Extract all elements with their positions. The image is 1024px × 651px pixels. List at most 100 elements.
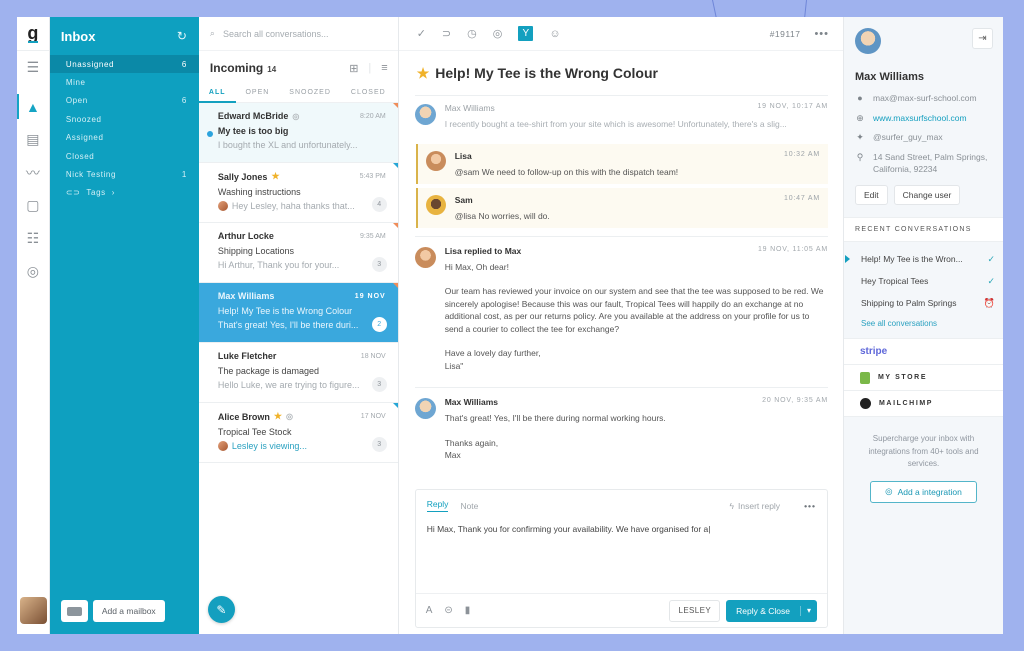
message-count-badge: 3 bbox=[371, 257, 387, 272]
integration-icon: ◎ bbox=[885, 486, 893, 496]
globe-icon: ⊕ bbox=[856, 112, 864, 123]
recent-conversation-title: Shipping to Palm Springs bbox=[861, 298, 957, 308]
recent-conversation-title: Hey Tropical Tees bbox=[861, 276, 929, 286]
emoji-icon[interactable]: ☺ bbox=[549, 28, 560, 40]
more-options-icon[interactable]: ••• bbox=[814, 28, 829, 40]
message-signoff: Thanks again, bbox=[444, 437, 499, 448]
see-all-conversations-link[interactable]: See all conversations bbox=[844, 314, 1003, 332]
exit-icon[interactable]: ⇥ bbox=[972, 28, 993, 49]
divider: | bbox=[368, 62, 372, 74]
refresh-icon[interactable]: ↻ bbox=[177, 29, 187, 43]
message-collapsed[interactable]: Max Williams 19 NOV, 10:17 AM I recently … bbox=[414, 95, 828, 138]
reply-close-button[interactable]: Reply & Close ▾ bbox=[726, 599, 817, 622]
conversations-icon[interactable]: ▲ bbox=[17, 90, 49, 123]
sidebar-item-label: Snoozed bbox=[65, 114, 102, 124]
tab-note[interactable]: Note bbox=[460, 501, 478, 511]
check-icon[interactable]: ✓ bbox=[417, 27, 426, 40]
conversation-time: 18 NOV bbox=[360, 352, 386, 360]
app-logo[interactable]: g bbox=[17, 17, 49, 51]
tab-all[interactable]: ALL bbox=[209, 85, 226, 102]
sort-icon[interactable]: ≡ bbox=[381, 62, 387, 74]
help-icon[interactable]: ◎ bbox=[17, 255, 49, 288]
merge-icon[interactable]: Y bbox=[518, 26, 534, 41]
conversation-item[interactable]: Arthur Locke 9:35 AM Shipping Locations H… bbox=[198, 223, 398, 283]
insert-reply-button[interactable]: ϟ Insert reply bbox=[730, 501, 781, 511]
lightning-icon: ϟ bbox=[729, 500, 735, 511]
internal-note: Lisa 10:32 AM @sam We need to follow-up o… bbox=[415, 143, 828, 184]
new-folder-icon[interactable]: ⊞ bbox=[349, 62, 358, 75]
avatar bbox=[414, 246, 436, 268]
conversation-item[interactable]: Edward McBride ◎ 8:20 AM My tee is too big… bbox=[198, 103, 398, 163]
user-avatar[interactable] bbox=[20, 597, 47, 624]
trash-icon[interactable]: ▮ bbox=[465, 605, 471, 616]
sidebar-item-assigned[interactable]: Assigned bbox=[50, 129, 199, 147]
search-input[interactable]: Search all conversations... bbox=[223, 29, 329, 39]
agent-avatar bbox=[217, 201, 228, 211]
search-bar[interactable]: ⌕ Search all conversations... bbox=[198, 17, 398, 51]
sidebar-item-closed[interactable]: Closed bbox=[50, 147, 199, 165]
knowledge-base-icon[interactable]: ▤ bbox=[17, 123, 49, 156]
conversation-preview: Hi Arthur, Thank you for your... bbox=[217, 260, 340, 270]
assign-icon[interactable]: ◎ bbox=[493, 27, 503, 40]
viewing-icon: ◎ bbox=[292, 111, 300, 121]
tab-reply[interactable]: Reply bbox=[426, 499, 449, 512]
mailchimp-icon bbox=[860, 398, 871, 409]
message-time: 19 NOV, 11:05 AM bbox=[757, 245, 828, 253]
conversation-item[interactable]: Luke Fletcher 18 NOV The package is damag… bbox=[198, 343, 398, 403]
chat-icon[interactable]: ▢ bbox=[17, 189, 49, 222]
tab-closed[interactable]: CLOSED bbox=[351, 85, 386, 102]
sidebar-item-mine[interactable]: Mine bbox=[50, 73, 199, 91]
conversation-item-selected[interactable]: Max Williams 19 NOV Help! My Tee is the W… bbox=[198, 283, 398, 343]
snooze-clock-icon[interactable]: ◷ bbox=[467, 27, 477, 40]
conversation-view: ✓ ⊃ ◷ ◎ Y ☺ #19117 ••• ★ Help! My Tee is… bbox=[398, 17, 844, 634]
integration-stripe[interactable]: stripe bbox=[844, 338, 1003, 364]
format-text-icon[interactable]: A bbox=[426, 605, 433, 616]
sidebar-item-unassigned[interactable]: Unassigned 6 bbox=[49, 55, 199, 74]
tag-icon[interactable]: ⊃ bbox=[442, 27, 451, 40]
reply-textarea[interactable]: Hi Max, Thank you for confirming your av… bbox=[416, 512, 827, 546]
attachment-icon[interactable]: ⊝ bbox=[444, 605, 452, 616]
chevron-down-icon[interactable]: ▾ bbox=[801, 606, 817, 615]
sidebar-item-snoozed[interactable]: Snoozed bbox=[50, 110, 199, 128]
recent-conversation-item[interactable]: Shipping to Palm Springs ⏰ bbox=[844, 292, 1003, 314]
recent-conversation-item[interactable]: Help! My Tee is the Wron... ✓ bbox=[844, 248, 1003, 270]
conversation-time: 9:35 AM bbox=[360, 232, 386, 240]
keyboard-shortcuts-button[interactable] bbox=[60, 600, 88, 622]
reports-icon[interactable]: 〰 bbox=[17, 156, 49, 189]
tags-toggle[interactable]: ⊂⊃ Tags › bbox=[50, 184, 199, 202]
conversation-item[interactable]: Alice Brown ★ ◎ 17 NOV Tropical Tee Stock L… bbox=[198, 403, 398, 463]
note-text: @lisa No worries, will do. bbox=[454, 210, 550, 221]
recent-conversation-item[interactable]: Hey Tropical Tees ✓ bbox=[844, 270, 1003, 292]
conversation-time: 8:20 AM bbox=[360, 112, 386, 120]
compose-button[interactable]: ✎ bbox=[207, 596, 235, 623]
tab-open[interactable]: OPEN bbox=[245, 85, 269, 102]
tag-icon: ⊂⊃ bbox=[65, 188, 81, 198]
integration-mailchimp[interactable]: MAILCHIMP bbox=[844, 390, 1003, 416]
sidebar-item-nick-testing[interactable]: Nick Testing 1 bbox=[50, 165, 199, 183]
reply-close-label: Reply & Close bbox=[726, 605, 801, 616]
ticket-number: #19117 bbox=[769, 28, 801, 39]
edit-button[interactable]: Edit bbox=[855, 184, 888, 205]
tab-snoozed[interactable]: SNOOZED bbox=[289, 85, 331, 102]
settings-sliders-icon[interactable]: ☷ bbox=[17, 222, 49, 255]
change-user-button[interactable]: Change user bbox=[893, 184, 961, 205]
recent-conversation-title: Help! My Tee is the Wron... bbox=[861, 254, 963, 264]
star-icon[interactable]: ★ bbox=[417, 65, 430, 82]
sidebar-item-open[interactable]: Open 6 bbox=[50, 92, 199, 110]
add-integration-button[interactable]: ◎ Add a integration bbox=[870, 480, 977, 503]
message: Lisa replied to Max 19 NOV, 11:05 AM Hi M… bbox=[414, 235, 828, 380]
integration-shopify[interactable]: MY STORE bbox=[844, 364, 1003, 390]
conversation-item[interactable]: Sally Jones ★ 5:43 PM Washing instructions… bbox=[198, 163, 398, 223]
menu-icon[interactable]: ☰ bbox=[17, 51, 49, 84]
list-title: Incoming 14 bbox=[210, 61, 276, 75]
message-author: Max Williams bbox=[444, 397, 499, 407]
star-icon: ★ bbox=[271, 171, 280, 181]
add-mailbox-button[interactable]: Add a mailbox bbox=[92, 600, 165, 622]
message-signature: Max bbox=[444, 450, 461, 460]
internal-note: Sam 10:47 AM @lisa No worries, will do. bbox=[415, 187, 828, 228]
customer-website[interactable]: www.maxsurfschool.com bbox=[873, 112, 967, 125]
assignee-button[interactable]: LESLEY bbox=[669, 599, 721, 622]
chevron-right-icon: › bbox=[111, 188, 115, 198]
conversation-subject: The package is damaged bbox=[217, 366, 319, 376]
composer-more-icon[interactable]: ••• bbox=[804, 501, 816, 511]
